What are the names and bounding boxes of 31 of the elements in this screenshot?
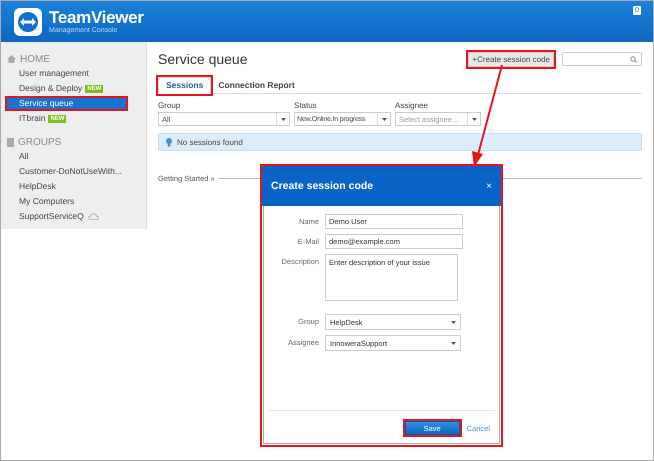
sidebar-item[interactable]: All xyxy=(1,149,128,164)
document-icon xyxy=(7,138,14,146)
logo-icon xyxy=(13,6,43,36)
close-button[interactable]: × xyxy=(486,180,492,192)
sidebar-item[interactable]: HelpDesk xyxy=(1,179,128,194)
caret-icon xyxy=(382,118,386,120)
caret-icon xyxy=(280,118,286,120)
sidebar-item[interactable]: User management xyxy=(1,66,128,81)
dialog-title: Create session code xyxy=(271,180,374,192)
alert-text: No sessions found xyxy=(177,138,243,146)
lightbulb-icon xyxy=(166,138,172,146)
sidebar-item[interactable]: SupportServiceQ xyxy=(1,209,128,224)
home-icon xyxy=(7,55,16,63)
tab[interactable]: Sessions xyxy=(158,77,212,94)
section-title: HOME xyxy=(20,54,50,64)
filter-label: Assignee xyxy=(395,100,429,112)
caret-icon xyxy=(472,118,476,120)
caret-icon xyxy=(451,342,456,344)
tab[interactable]: Connection Report xyxy=(211,78,302,93)
sidebar-item[interactable]: Service queue xyxy=(5,96,128,111)
filter-label: Status xyxy=(294,100,318,112)
search-icon xyxy=(630,56,637,62)
section-title: GROUPS xyxy=(18,136,62,148)
page-title: Service queue xyxy=(158,51,249,67)
brand-name: TeamViewer xyxy=(49,9,144,26)
sidebar-item[interactable]: My Computers xyxy=(1,194,128,209)
caret-icon xyxy=(451,320,456,324)
sidebar-item[interactable]: Customer-DoNotUseWith... xyxy=(1,164,128,179)
filter-label: Group xyxy=(158,100,182,112)
search-field[interactable] xyxy=(562,52,642,66)
create-session-button[interactable]: +Create session code xyxy=(468,52,554,66)
